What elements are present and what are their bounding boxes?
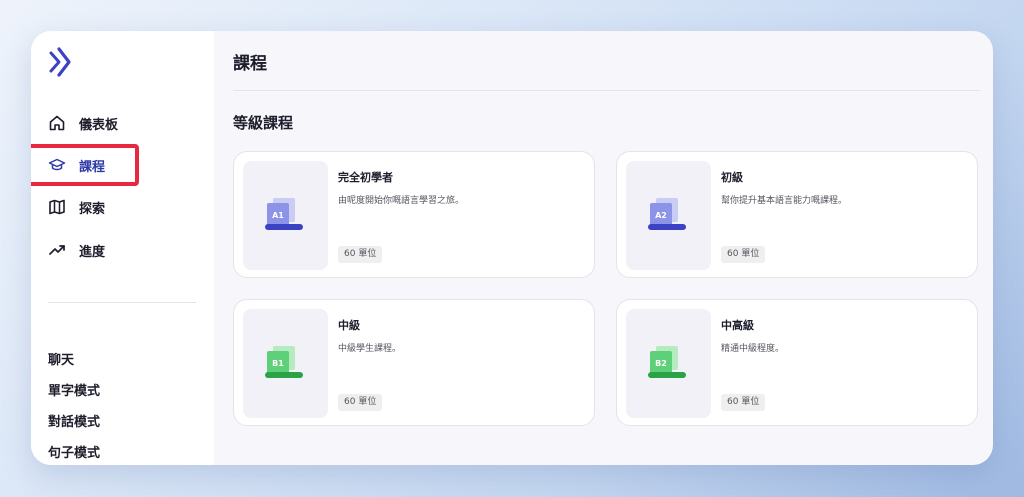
- section-title: 等級課程: [233, 114, 294, 132]
- course-description: 精通中級程度。: [721, 344, 785, 354]
- sidebar-item-courses[interactable]: 課程: [48, 151, 105, 179]
- course-card-a1[interactable]: A1 完全初學者 由呢度開始你嘅語言學習之旅。 60 單位: [233, 151, 595, 278]
- course-thumbnail: B1: [243, 309, 328, 418]
- level-book-icon: A1: [265, 198, 303, 230]
- course-description: 由呢度開始你嘅語言學習之旅。: [338, 196, 465, 206]
- course-title: 完全初學者: [338, 171, 393, 184]
- course-title: 初級: [721, 171, 743, 184]
- level-book-icon: B2: [648, 346, 686, 378]
- map-icon: [48, 198, 66, 216]
- course-card-a2[interactable]: A2 初級 幫你提升基本語言能力嘅課程。 60 單位: [616, 151, 978, 278]
- units-badge: 60 單位: [338, 246, 383, 263]
- course-description: 幫你提升基本語言能力嘅課程。: [721, 196, 848, 206]
- mode-item-chat[interactable]: 聊天: [48, 349, 74, 368]
- sidebar-item-label: 儀表板: [79, 117, 119, 133]
- level-label: A1: [272, 211, 284, 220]
- course-card-b1[interactable]: B1 中級 中級學生課程。 60 單位: [233, 299, 595, 426]
- course-card-b2[interactable]: B2 中高級 精通中級程度。 60 單位: [616, 299, 978, 426]
- app-window: 儀表板 課程 探索 進度 聊天 單字模式 對話模式 句子模式 課程 等級課程 A…: [31, 31, 993, 465]
- sidebar-item-label: 進度: [79, 244, 106, 260]
- level-book-icon: B1: [265, 346, 303, 378]
- sidebar-item-dashboard[interactable]: 儀表板: [48, 109, 118, 137]
- units-badge: 60 單位: [338, 394, 383, 411]
- sidebar: 儀表板 課程 探索 進度 聊天 單字模式 對話模式 句子模式: [31, 31, 214, 465]
- trending-up-icon: [48, 241, 66, 259]
- home-icon: [48, 114, 66, 132]
- sidebar-item-explore[interactable]: 探索: [48, 193, 105, 221]
- units-badge: 60 單位: [721, 394, 766, 411]
- mode-item-vocabulary[interactable]: 單字模式: [48, 380, 100, 399]
- header-divider: [233, 90, 980, 91]
- page-title: 課程: [233, 54, 267, 74]
- course-description: 中級學生課程。: [338, 344, 402, 354]
- course-title: 中級: [338, 319, 360, 332]
- main-content: 課程 等級課程 A1 完全初學者 由呢度開始你嘅語言學習之旅。 60 單位 A2…: [214, 31, 993, 465]
- sidebar-divider: [48, 302, 196, 303]
- mode-item-sentence[interactable]: 句子模式: [48, 442, 100, 461]
- course-thumbnail: B2: [626, 309, 711, 418]
- mode-item-dialogue[interactable]: 對話模式: [48, 411, 100, 430]
- course-title: 中高級: [721, 319, 754, 332]
- units-badge: 60 單位: [721, 246, 766, 263]
- app-logo[interactable]: [47, 45, 73, 79]
- level-label: B2: [655, 359, 667, 368]
- course-thumbnail: A2: [626, 161, 711, 270]
- level-label: A2: [655, 211, 667, 220]
- sidebar-item-label: 課程: [79, 159, 106, 175]
- level-book-icon: A2: [648, 198, 686, 230]
- level-label: B1: [272, 359, 284, 368]
- graduation-cap-icon: [48, 156, 66, 174]
- sidebar-item-label: 探索: [79, 201, 106, 217]
- course-thumbnail: A1: [243, 161, 328, 270]
- sidebar-item-progress[interactable]: 進度: [48, 236, 105, 264]
